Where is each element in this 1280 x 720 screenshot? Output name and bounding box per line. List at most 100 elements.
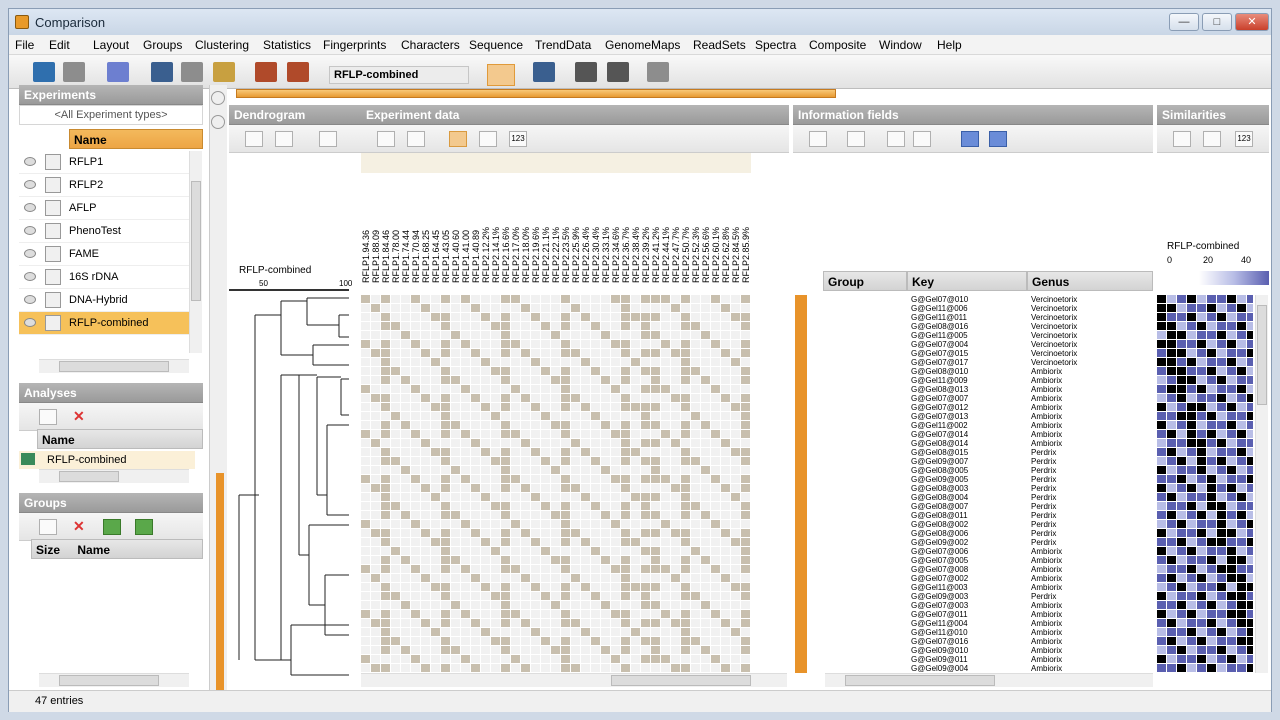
menu-window[interactable]: Window — [879, 38, 922, 52]
experiments-hscrollbar[interactable] — [39, 359, 189, 373]
visibility-icon[interactable] — [24, 157, 36, 166]
column-label[interactable]: RFLP2.39.2% — [641, 227, 651, 283]
visibility-icon[interactable] — [24, 318, 36, 327]
flip-icon[interactable] — [319, 131, 337, 147]
column-label[interactable]: RFLP2.38.4% — [631, 227, 641, 283]
table-row[interactable]: G@Gel07@010 Vercinoetorix — [793, 295, 1153, 304]
menu-spectra[interactable]: Spectra — [755, 38, 796, 52]
select-mode-button[interactable] — [487, 64, 515, 86]
experiments-name-column[interactable]: Name — [69, 129, 203, 149]
table-row[interactable]: G@Gel08@011 Perdrix — [793, 511, 1153, 520]
menu-clustering[interactable]: Clustering — [195, 38, 249, 52]
save-icon[interactable] — [33, 62, 55, 82]
visibility-icon[interactable] — [24, 272, 36, 281]
selection-bar[interactable] — [216, 473, 224, 690]
experiment-type-filter[interactable]: <All Experiment types> — [19, 105, 203, 125]
column-label[interactable]: RFLP2.85.9% — [741, 227, 751, 283]
groups-hscrollbar[interactable] — [39, 673, 189, 687]
column-label[interactable]: RFLP1.41.00 — [461, 230, 471, 283]
column-label[interactable]: RFLP1.43.05 — [441, 230, 451, 283]
import-icon[interactable] — [287, 62, 309, 82]
table-row[interactable]: G@Gel11@002 Ambiorix — [793, 421, 1153, 430]
experiment-data-hscrollbar[interactable] — [361, 673, 787, 687]
menu-statistics[interactable]: Statistics — [263, 38, 311, 52]
column-label[interactable]: RFLP1.70.94 — [411, 230, 421, 283]
experiment-item[interactable]: FAME — [19, 243, 201, 266]
copy-icon[interactable] — [181, 62, 203, 82]
table-row[interactable]: G@Gel09@010 Ambiorix — [793, 646, 1153, 655]
table-row[interactable]: G@Gel07@012 Ambiorix — [793, 403, 1153, 412]
experiment-item[interactable]: PhenoTest — [19, 220, 201, 243]
delete-analysis-icon[interactable]: ✕ — [73, 409, 91, 425]
column-label[interactable]: RFLP2.36.7% — [621, 227, 631, 283]
table-row[interactable]: G@Gel08@003 Perdrix — [793, 484, 1153, 493]
similarity-scrollbar[interactable] — [1255, 295, 1268, 673]
table-row[interactable]: G@Gel08@013 Ambiorix — [793, 385, 1153, 394]
column-label[interactable]: RFLP2.56.6% — [701, 227, 711, 283]
column-label[interactable]: RFLP1.64.45 — [431, 230, 441, 283]
close-button[interactable]: ✕ — [1235, 13, 1269, 31]
zoom-icon[interactable] — [211, 91, 225, 105]
column-label[interactable]: RFLP2.84.5% — [731, 227, 741, 283]
column-label[interactable]: RFLP1.78.00 — [391, 230, 401, 283]
column-label[interactable]: RFLP1.40.60 — [451, 230, 461, 283]
table-row[interactable]: G@Gel07@011 Ambiorix — [793, 610, 1153, 619]
cut-icon[interactable] — [151, 62, 173, 82]
column-label[interactable]: RFLP2.16.6% — [501, 227, 511, 283]
column-label[interactable]: RFLP2.33.1% — [601, 227, 611, 283]
experiment-item[interactable]: AFLP — [19, 197, 201, 220]
menu-characters[interactable]: Characters — [401, 38, 460, 52]
groups-column-header[interactable]: Size Name — [31, 539, 203, 559]
table-row[interactable]: G@Gel11@011 Vercinoetorix — [793, 313, 1153, 322]
menu-file[interactable]: File — [15, 38, 34, 52]
menu-help[interactable]: Help — [937, 38, 962, 52]
column-label[interactable]: RFLP2.62.8% — [721, 227, 731, 283]
analyses-name-column[interactable]: Name — [37, 429, 203, 449]
table-row[interactable]: G@Gel07@006 Ambiorix — [793, 547, 1153, 556]
experiment-item[interactable]: DNA-Hybrid — [19, 289, 201, 312]
table-row[interactable]: G@Gel07@003 Ambiorix — [793, 601, 1153, 610]
numeric-view-icon[interactable]: 123 — [509, 131, 527, 147]
menu-composite[interactable]: Composite — [809, 38, 866, 52]
paste-icon[interactable] — [213, 62, 235, 82]
experiment-item[interactable]: RFLP-combined — [19, 312, 201, 335]
add-to-group-icon[interactable] — [135, 519, 153, 535]
experiment-data-grid[interactable] — [361, 295, 789, 675]
column-label[interactable]: RFLP2.18.0% — [521, 227, 531, 283]
minimize-button[interactable]: — — [1169, 13, 1199, 31]
experiment-item[interactable]: 16S rDNA — [19, 266, 201, 289]
table-row[interactable]: G@Gel07@014 Ambiorix — [793, 430, 1153, 439]
column-label[interactable]: RFLP2.25.9% — [571, 227, 581, 283]
table-row[interactable]: G@Gel11@005 Vercinoetorix — [793, 331, 1153, 340]
table-row[interactable]: G@Gel07@007 Ambiorix — [793, 394, 1153, 403]
column-label[interactable]: RFLP2.44.1% — [661, 227, 671, 283]
menu-layout[interactable]: Layout — [93, 38, 129, 52]
column-label[interactable]: RFLP1.84.46 — [381, 230, 391, 283]
menu-fingerprints[interactable]: Fingerprints — [323, 38, 386, 52]
genus-column[interactable]: Genus — [1027, 271, 1153, 291]
table-row[interactable]: G@Gel09@007 Perdrix — [793, 457, 1153, 466]
info-hscrollbar[interactable] — [825, 673, 1153, 687]
column-label[interactable]: RFLP2.26.4% — [581, 227, 591, 283]
table-row[interactable]: G@Gel07@005 Ambiorix — [793, 556, 1153, 565]
edit-analysis-icon[interactable] — [39, 409, 57, 425]
table-row[interactable]: G@Gel08@014 Ambiorix — [793, 439, 1153, 448]
binary-icon[interactable] — [607, 62, 629, 82]
column-label[interactable]: RFLP2.19.6% — [531, 227, 541, 283]
table-row[interactable]: G@Gel09@003 Perdrix — [793, 592, 1153, 601]
column-label[interactable]: RFLP1.88.09 — [371, 230, 381, 283]
column-label[interactable]: RFLP2.14.1% — [491, 227, 501, 283]
menu-groups[interactable]: Groups — [143, 38, 182, 52]
sort-icon[interactable] — [1203, 131, 1221, 147]
similarity-matrix[interactable] — [1157, 295, 1253, 673]
visibility-icon[interactable] — [24, 203, 36, 212]
visibility-icon[interactable] — [24, 295, 36, 304]
column-label[interactable]: RFLP2.52.3% — [691, 227, 701, 283]
column-label[interactable]: RFLP1.74.44 — [401, 230, 411, 283]
analyses-hscrollbar[interactable] — [39, 469, 189, 483]
table-row[interactable]: G@Gel08@010 Ambiorix — [793, 367, 1153, 376]
column-label[interactable]: RFLP2.60.1% — [711, 227, 721, 283]
table-row[interactable]: G@Gel08@005 Perdrix — [793, 466, 1153, 475]
table-row[interactable]: G@Gel08@006 Perdrix — [793, 529, 1153, 538]
info-icon[interactable] — [1173, 131, 1191, 147]
